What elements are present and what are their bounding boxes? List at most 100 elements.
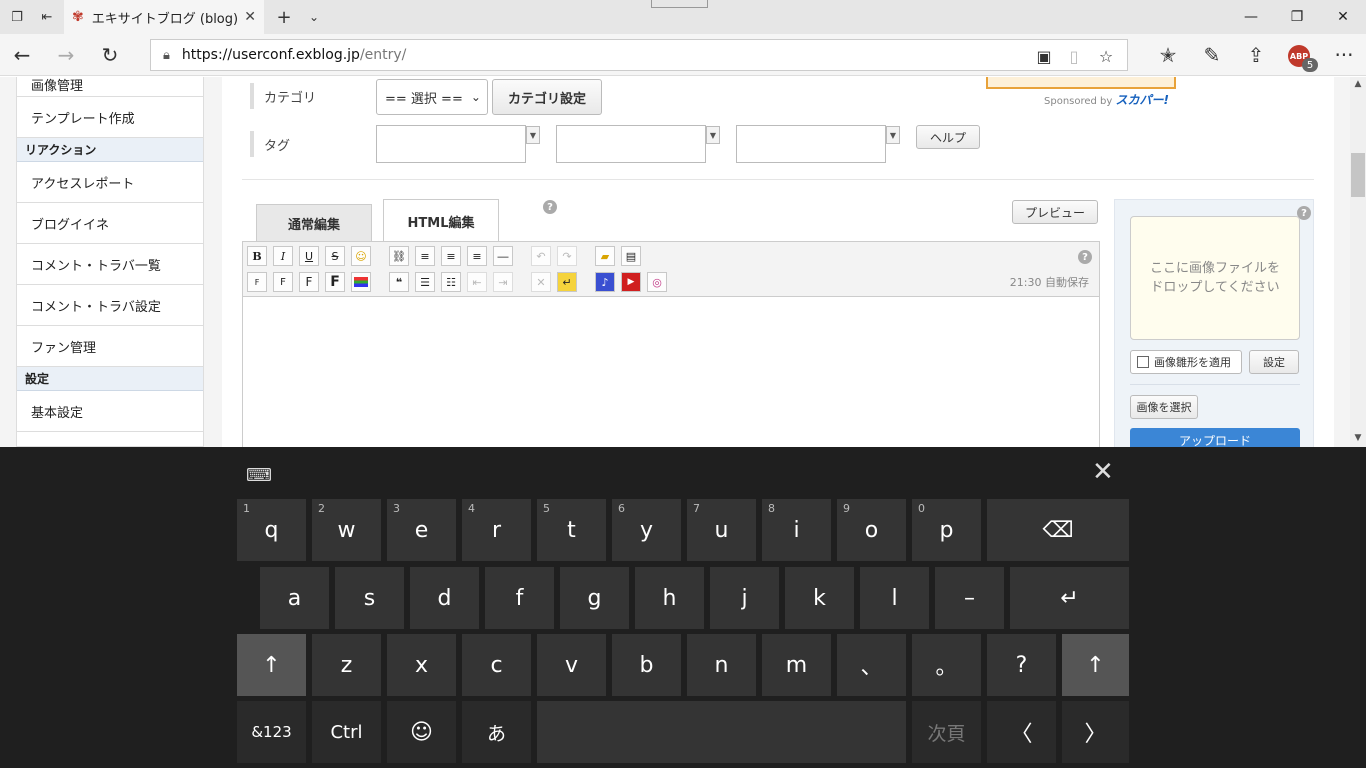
- key-h[interactable]: h: [635, 567, 704, 629]
- bold-icon[interactable]: B: [247, 246, 267, 266]
- key-kana[interactable]: あ: [462, 701, 531, 763]
- tab-actions-icon[interactable]: ❐: [2, 0, 32, 34]
- image-drop-zone[interactable]: ここに画像ファイルを ドロップしてください: [1130, 216, 1300, 340]
- key-o[interactable]: 9o: [837, 499, 906, 561]
- key-symbols[interactable]: &123: [237, 701, 306, 763]
- forward-icon[interactable]: →: [46, 34, 86, 76]
- key-e[interactable]: 3e: [387, 499, 456, 561]
- restore-icon[interactable]: ❐: [1274, 0, 1320, 34]
- key-a[interactable]: a: [260, 567, 329, 629]
- strikethrough-icon[interactable]: S: [325, 246, 345, 266]
- preview-button[interactable]: プレビュー: [1012, 200, 1098, 224]
- help-question-icon[interactable]: ?: [543, 200, 557, 214]
- toolbar-help-icon[interactable]: ?: [1078, 250, 1092, 264]
- sidebar-item-access-report[interactable]: アクセスレポート: [17, 162, 203, 203]
- tag-input-2[interactable]: [556, 125, 706, 163]
- close-window-icon[interactable]: ✕: [1320, 0, 1366, 34]
- more-options-icon[interactable]: ···: [1324, 34, 1364, 76]
- pen-notes-icon[interactable]: ✎: [1192, 34, 1232, 76]
- key-n[interactable]: n: [687, 634, 756, 696]
- font-size-xs-icon[interactable]: F: [247, 272, 267, 292]
- scroll-down-icon[interactable]: ▼: [1350, 431, 1366, 445]
- scroll-up-icon[interactable]: ▲: [1350, 77, 1366, 91]
- back-icon[interactable]: ←: [2, 34, 42, 76]
- bullet-list-icon[interactable]: ☰: [415, 272, 435, 292]
- help-button[interactable]: ヘルプ: [916, 125, 980, 149]
- image-settings-button[interactable]: 設定: [1249, 350, 1299, 374]
- set-aside-tabs-icon[interactable]: ⇤: [32, 0, 62, 34]
- key-g[interactable]: g: [560, 567, 629, 629]
- tag-dropdown-2-icon[interactable]: ▼: [706, 126, 720, 144]
- sidebar-item-fan-manage[interactable]: ファン管理: [17, 326, 203, 367]
- align-center-icon[interactable]: ≡: [441, 246, 461, 266]
- address-bar[interactable]: 🔒︎ https://userconf.exblog.jp/entry/ ▣ ▯…: [150, 39, 1128, 71]
- key-u[interactable]: 7u: [687, 499, 756, 561]
- key-shift-right[interactable]: ↑: [1062, 634, 1129, 696]
- tag-dropdown-3-icon[interactable]: ▼: [886, 126, 900, 144]
- reading-view-icon[interactable]: ▯: [1061, 44, 1087, 68]
- sidebar-item-basic-settings[interactable]: 基本設定: [17, 391, 203, 432]
- undo-icon[interactable]: ↶: [531, 246, 551, 266]
- key-backspace[interactable]: ⌫: [987, 499, 1129, 561]
- minimize-icon[interactable]: —: [1228, 0, 1274, 34]
- tab-normal-edit[interactable]: 通常編集: [256, 204, 372, 242]
- key-period-jp[interactable]: 。: [912, 634, 981, 696]
- template-icon[interactable]: ▤: [621, 246, 641, 266]
- key-z[interactable]: z: [312, 634, 381, 696]
- text-color-icon[interactable]: [351, 272, 371, 292]
- tab-preview-chevron-icon[interactable]: ⌄: [302, 0, 326, 34]
- tag-input-1[interactable]: [376, 125, 526, 163]
- key-i[interactable]: 8i: [762, 499, 831, 561]
- key-m[interactable]: m: [762, 634, 831, 696]
- apply-image-template-checkbox[interactable]: 画像雛形を適用: [1130, 350, 1242, 374]
- font-size-l-icon[interactable]: F: [325, 272, 345, 292]
- category-select[interactable]: == 選択 == ⌄: [376, 79, 488, 115]
- page-scrollbar[interactable]: ▲ ▼: [1350, 77, 1366, 447]
- folder-icon[interactable]: ▰: [595, 246, 615, 266]
- key-question[interactable]: ?: [987, 634, 1056, 696]
- category-settings-button[interactable]: カテゴリ設定: [492, 79, 602, 115]
- numbered-list-icon[interactable]: ☷: [441, 272, 461, 292]
- italic-icon[interactable]: I: [273, 246, 293, 266]
- key-t[interactable]: 5t: [537, 499, 606, 561]
- html-editor-textarea[interactable]: [242, 297, 1100, 447]
- close-tab-icon[interactable]: ✕: [244, 9, 256, 25]
- sidebar-item-template[interactable]: テンプレート作成: [17, 97, 203, 138]
- key-left[interactable]: 〈: [987, 701, 1056, 763]
- music-icon[interactable]: ♪: [595, 272, 615, 292]
- favorites-hub-icon[interactable]: ✭: [1148, 34, 1188, 76]
- tab-html-edit[interactable]: HTML編集: [383, 199, 499, 242]
- key-right[interactable]: 〉: [1062, 701, 1129, 763]
- key-enter[interactable]: ↵: [1010, 567, 1129, 629]
- font-size-s-icon[interactable]: F: [273, 272, 293, 292]
- key-dash[interactable]: –: [935, 567, 1004, 629]
- youtube-icon[interactable]: ▶: [621, 272, 641, 292]
- key-d[interactable]: d: [410, 567, 479, 629]
- emoji-icon[interactable]: ☺: [351, 246, 371, 266]
- key-space[interactable]: [537, 701, 906, 763]
- link-icon[interactable]: ⛓: [389, 246, 409, 266]
- key-c[interactable]: c: [462, 634, 531, 696]
- horizontal-rule-icon[interactable]: ―: [493, 246, 513, 266]
- key-l[interactable]: l: [860, 567, 929, 629]
- key-p[interactable]: 0p: [912, 499, 981, 561]
- sidebar-item-comment-list[interactable]: コメント・トラバ一覧: [17, 244, 203, 285]
- add-notes-icon[interactable]: ▣: [1031, 44, 1057, 68]
- key-emoji[interactable]: ☺: [387, 701, 456, 763]
- tag-input-3[interactable]: [736, 125, 886, 163]
- close-keyboard-icon[interactable]: ✕: [1092, 457, 1114, 487]
- align-left-icon[interactable]: ≡: [415, 246, 435, 266]
- sidebar-item-comment-settings[interactable]: コメント・トラバ設定: [17, 285, 203, 326]
- redo-icon[interactable]: ↷: [557, 246, 577, 266]
- remove-format-icon[interactable]: ✕: [531, 272, 551, 292]
- upload-button[interactable]: アップロード: [1130, 428, 1300, 447]
- font-size-m-icon[interactable]: F: [299, 272, 319, 292]
- tag-dropdown-1-icon[interactable]: ▼: [526, 126, 540, 144]
- outdent-icon[interactable]: ⇤: [467, 272, 487, 292]
- key-f[interactable]: f: [485, 567, 554, 629]
- window-drag-handle[interactable]: [651, 0, 708, 8]
- key-x[interactable]: x: [387, 634, 456, 696]
- browser-tab-active[interactable]: ✾ エキサイトブログ (blog)|新ﾀ ✕: [64, 0, 264, 34]
- key-ctrl[interactable]: Ctrl: [312, 701, 381, 763]
- refresh-icon[interactable]: ↻: [90, 34, 130, 76]
